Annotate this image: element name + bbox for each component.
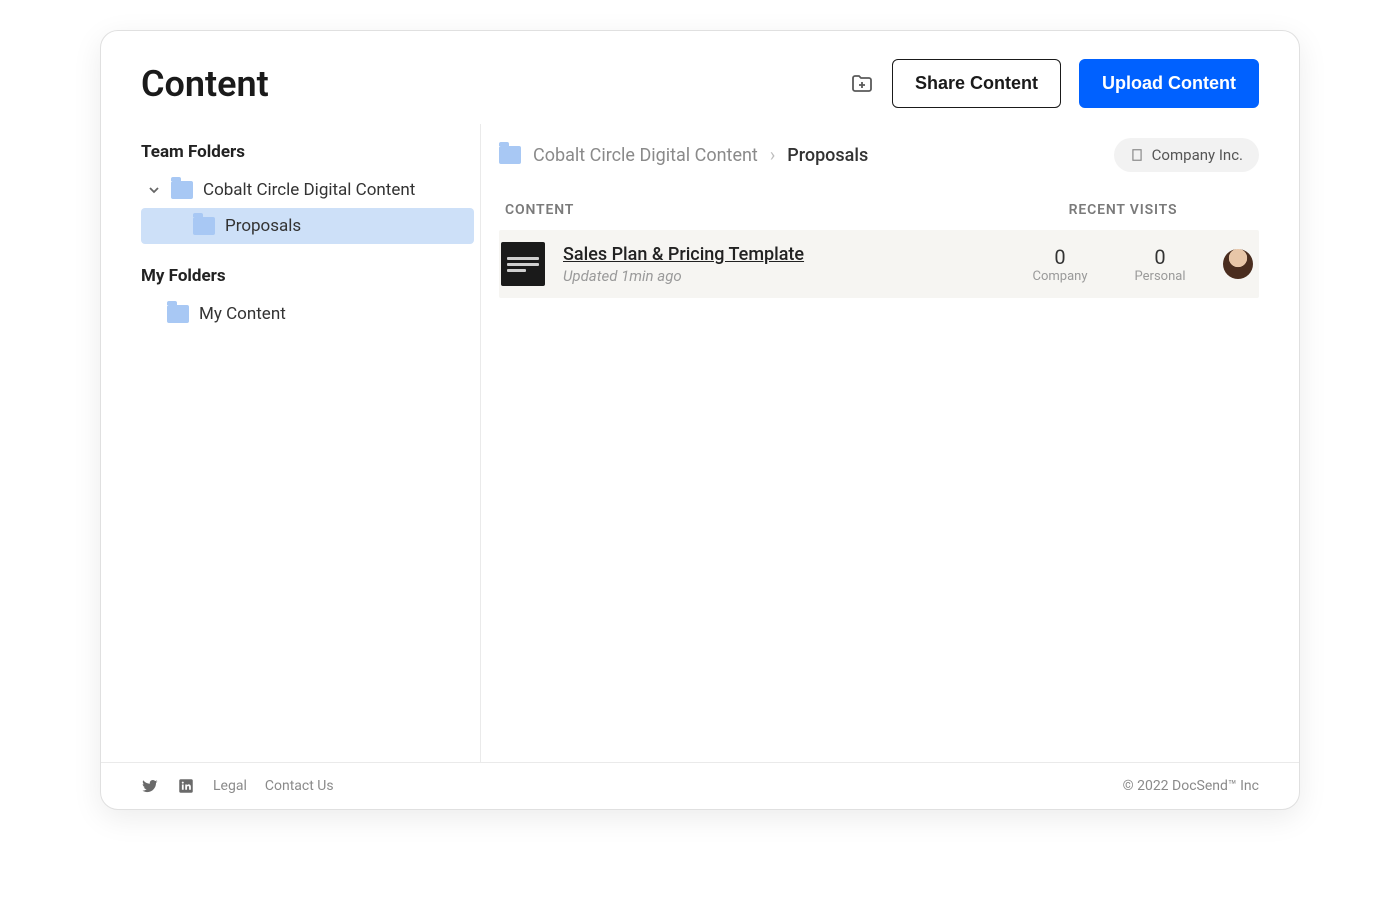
company-name: Company Inc. bbox=[1152, 146, 1243, 164]
sidebar-item-team-root[interactable]: Cobalt Circle Digital Content bbox=[141, 172, 474, 208]
sidebar-item-proposals[interactable]: Proposals bbox=[141, 208, 474, 244]
visits-company: 0 Company bbox=[1033, 245, 1088, 284]
document-title[interactable]: Sales Plan & Pricing Template bbox=[563, 244, 1009, 265]
folder-icon bbox=[499, 146, 521, 164]
footer-copyright: © 2022 DocSend™ Inc bbox=[1123, 778, 1259, 794]
header: Content Share Content Upload Content bbox=[101, 31, 1299, 124]
document-updated: Updated 1min ago bbox=[563, 267, 1009, 285]
sidebar-item-my-content[interactable]: My Content bbox=[141, 296, 474, 332]
sidebar-item-label: My Content bbox=[199, 304, 286, 324]
header-actions: Share Content Upload Content bbox=[850, 59, 1259, 108]
owner-avatar[interactable] bbox=[1223, 249, 1253, 279]
column-recent-visits: RECENT VISITS bbox=[993, 202, 1253, 218]
page-title: Content bbox=[141, 63, 269, 105]
visits-personal-label: Personal bbox=[1135, 269, 1186, 284]
document-thumbnail bbox=[501, 242, 545, 286]
folder-icon bbox=[171, 181, 193, 199]
chevron-down-icon bbox=[147, 183, 161, 197]
footer-legal-link[interactable]: Legal bbox=[213, 778, 247, 794]
recent-visits: 0 Company 0 Personal bbox=[1009, 245, 1209, 284]
chevron-right-icon: › bbox=[770, 145, 775, 166]
folder-icon bbox=[193, 217, 215, 235]
upload-content-button[interactable]: Upload Content bbox=[1079, 59, 1259, 108]
sidebar: Team Folders Cobalt Circle Digital Conte… bbox=[141, 124, 481, 762]
visits-company-count: 0 bbox=[1033, 245, 1088, 269]
footer-left: Legal Contact Us bbox=[141, 777, 334, 795]
sidebar-item-label: Proposals bbox=[225, 216, 301, 236]
columns-header: CONTENT RECENT VISITS bbox=[499, 202, 1259, 230]
visits-company-label: Company bbox=[1033, 269, 1088, 284]
column-content: CONTENT bbox=[505, 202, 993, 218]
app-window: Content Share Content Upload Content Tea… bbox=[100, 30, 1300, 810]
building-icon bbox=[1130, 148, 1144, 162]
footer: Legal Contact Us © 2022 DocSend™ Inc bbox=[101, 762, 1299, 809]
breadcrumb-row: Cobalt Circle Digital Content › Proposal… bbox=[499, 138, 1259, 172]
sidebar-item-label: Cobalt Circle Digital Content bbox=[203, 180, 415, 200]
my-folders-heading: My Folders bbox=[141, 266, 474, 286]
new-folder-icon[interactable] bbox=[850, 72, 874, 96]
content-row[interactable]: Sales Plan & Pricing Template Updated 1m… bbox=[499, 230, 1259, 298]
footer-contact-link[interactable]: Contact Us bbox=[265, 778, 334, 794]
share-content-button[interactable]: Share Content bbox=[892, 59, 1061, 108]
twitter-icon[interactable] bbox=[141, 777, 159, 795]
breadcrumb-current: Proposals bbox=[787, 145, 868, 166]
folder-icon bbox=[167, 305, 189, 323]
main: Cobalt Circle Digital Content › Proposal… bbox=[481, 124, 1259, 762]
visits-personal-count: 0 bbox=[1135, 245, 1186, 269]
team-folders-heading: Team Folders bbox=[141, 142, 474, 162]
linkedin-icon[interactable] bbox=[177, 777, 195, 795]
breadcrumb-parent[interactable]: Cobalt Circle Digital Content bbox=[533, 145, 758, 166]
visits-personal: 0 Personal bbox=[1135, 245, 1186, 284]
document-info: Sales Plan & Pricing Template Updated 1m… bbox=[563, 244, 1009, 285]
company-selector[interactable]: Company Inc. bbox=[1114, 138, 1259, 172]
body: Team Folders Cobalt Circle Digital Conte… bbox=[101, 124, 1299, 762]
breadcrumb: Cobalt Circle Digital Content › Proposal… bbox=[499, 145, 868, 166]
